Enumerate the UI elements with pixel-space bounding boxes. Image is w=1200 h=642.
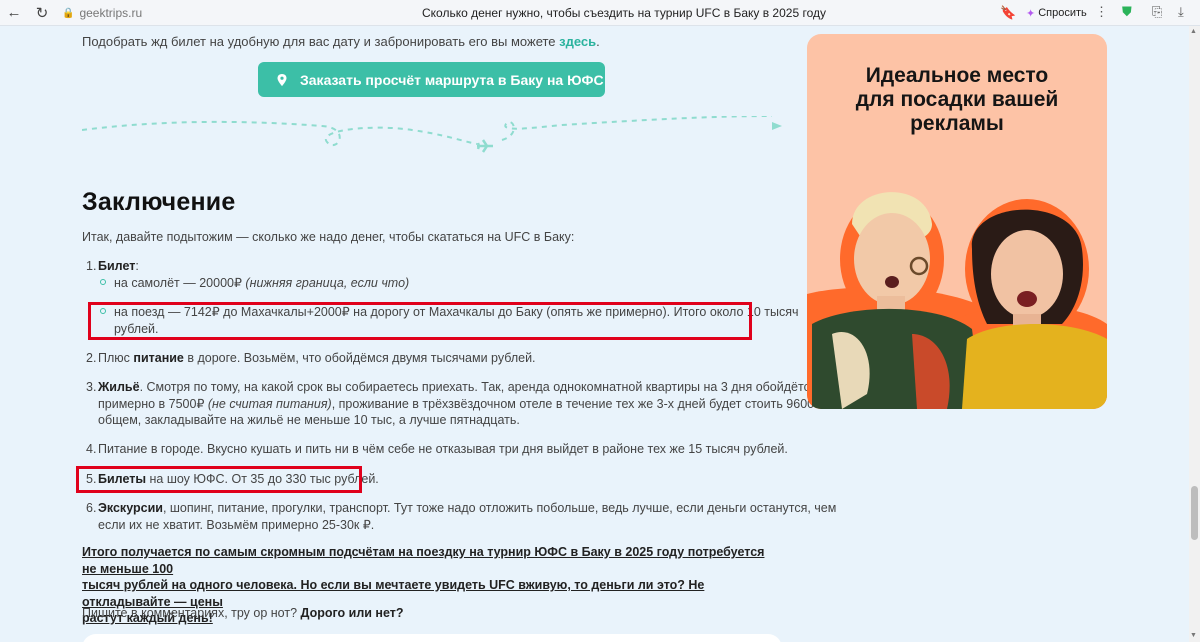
list-number: 6.	[86, 501, 97, 515]
outro-text: Пишите в комментариях, тру ор нот?	[82, 606, 301, 620]
list-number: 2.	[86, 351, 97, 365]
ad-banner[interactable]: Идеальное место для посадки вашей реклам…	[807, 34, 1107, 409]
item-text: Питание в городе. Вкусно кушать и пить н…	[98, 442, 788, 456]
back-arrow-icon[interactable]: ←	[0, 0, 28, 26]
item-bold: Жильё	[98, 380, 140, 394]
scroll-up-icon[interactable]: ▲	[1190, 28, 1197, 35]
conclusion-line: Итого получается по самым скромным подсч…	[82, 545, 765, 576]
item-line2-post: , проживание в трёхзвёздочном отеле в те…	[331, 396, 838, 411]
summary-lead: Итак, давайте подытожим — сколько же над…	[82, 230, 575, 244]
order-route-label: Заказать просчёт маршрута в Баку на ЮФС	[300, 71, 604, 88]
download-icon[interactable]: ⤓	[1178, 4, 1184, 20]
item-line2: если их не хватит. Возьмём примерно 25-3…	[98, 517, 375, 532]
shield-icon[interactable]: ⛊	[1122, 4, 1132, 20]
order-route-button[interactable]: Заказать просчёт маршрута в Баку на ЮФС	[258, 62, 605, 97]
comment-prompt: Пишите в комментариях, тру ор нот? Дорог…	[82, 606, 404, 620]
section-heading: Заключение	[82, 188, 236, 216]
item-line2-italic: (не считая питания)	[207, 396, 332, 411]
location-pin-icon	[277, 73, 287, 86]
highlight-box-train	[88, 302, 752, 340]
item-line2-pre: примерно в 7500₽	[98, 396, 208, 411]
item-bold: Билет	[98, 259, 136, 273]
address-bar[interactable]: 🔒 geektrips.ru Сколько денег нужно, чтоб…	[62, 3, 1022, 23]
item-line3: общем, закладывайте на жильё не меньше 1…	[98, 413, 520, 427]
list-number: 4.	[86, 442, 97, 456]
ask-button[interactable]: ✦ Спросить	[1026, 4, 1087, 22]
plane-route-decoration	[82, 116, 782, 153]
item-bold: питание	[133, 351, 184, 365]
page-title: Сколько денег нужно, чтобы съездить на т…	[422, 6, 826, 20]
comments-card	[82, 634, 782, 642]
lock-icon: 🔒	[62, 7, 75, 19]
menu-icon[interactable]: ⋮	[1095, 4, 1108, 20]
scroll-down-icon[interactable]: ▼	[1190, 632, 1197, 639]
sub-item-text: на самолёт — 20000₽	[114, 276, 246, 290]
intro-paragraph: Подобрать жд билет на удобную для вас да…	[82, 34, 600, 49]
bullet-icon	[100, 279, 106, 285]
item-text: :	[135, 259, 139, 273]
item-line1: , шопинг, питание, прогулки, транспорт. …	[162, 501, 837, 515]
list-number: 3.	[86, 380, 97, 394]
outro-bold: Дорого или нет?	[300, 606, 404, 620]
list-number: 1.	[86, 259, 97, 273]
highlight-box-tickets	[76, 466, 362, 493]
item-text-pre: Плюс	[98, 351, 134, 365]
scrollbar-thumb[interactable]	[1191, 486, 1198, 540]
bookmark-icon[interactable]: 🔖	[1000, 5, 1016, 21]
ask-label: Спросить	[1038, 7, 1087, 19]
ad-illustration	[807, 192, 1107, 409]
reload-icon[interactable]: ↻	[28, 0, 56, 26]
url-domain: geektrips.ru	[79, 6, 143, 20]
item-bold: Экскурсии	[98, 501, 163, 515]
intro-end: .	[596, 34, 600, 49]
sub-item-italic: (нижняя граница, если что)	[245, 276, 410, 290]
item-text: в дороге. Возьмём, что обойдёмся двумя т…	[183, 351, 536, 365]
translate-icon[interactable]: ⎘	[1152, 4, 1162, 20]
scrollbar[interactable]	[1189, 26, 1200, 642]
sparkle-icon: ✦	[1026, 7, 1036, 20]
intro-text: Подобрать жд билет на удобную для вас да…	[82, 34, 560, 49]
item-line1: . Смотря по тому, на какой срок вы собир…	[139, 380, 817, 394]
airplane-icon	[476, 139, 493, 153]
intro-link[interactable]: здесь	[559, 34, 596, 49]
